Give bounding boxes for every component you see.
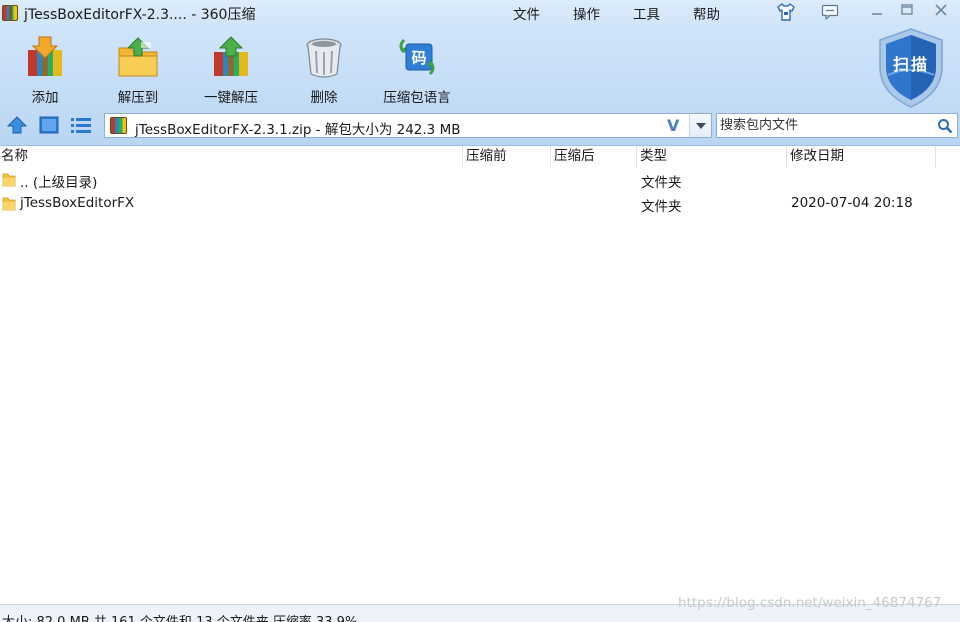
folder-icon [2,197,16,211]
folder-icon [2,173,16,187]
extract-to-label: 解压到 [117,90,159,106]
row-modified: 2020-07-04 20:18 [791,195,913,211]
message-icon[interactable] [821,4,839,20]
add-button[interactable]: 添加 [7,30,83,106]
row-type: 文件夹 [641,199,682,215]
add-label: 添加 [31,90,59,106]
column-compressed[interactable]: 压缩后 [551,146,637,168]
menu-file[interactable]: 文件 [513,3,540,23]
column-modified[interactable]: 修改日期 [787,146,936,168]
status-text: 大小: 82.0 MB 共 161 个文件和 13 个文件夹 压缩率 33.9% [2,611,357,622]
one-click-extract-icon [214,36,248,76]
archive-language-button[interactable]: 码 压缩包语言 [379,30,455,106]
app-window: jTessBoxEditorFX-2.3.... - 360压缩 文件 操作 工… [0,0,960,622]
menu-tools[interactable]: 工具 [633,3,660,23]
column-name[interactable]: 名称 [0,146,463,168]
verify-icon[interactable]: V [667,116,679,135]
minimize-button[interactable] [867,2,887,18]
title-bar: jTessBoxEditorFX-2.3.... - 360压缩 文件 操作 工… [0,0,960,26]
tshirt-icon[interactable] [776,3,796,21]
window-title: jTessBoxEditorFX-2.3.... - 360压缩 [24,7,256,23]
one-click-extract-label: 一键解压 [204,90,258,106]
scan-button[interactable]: 扫描 [876,27,946,109]
column-packed[interactable]: 压缩前 [463,146,551,168]
archive-language-label: 压缩包语言 [383,90,451,106]
extract-folder-icon [118,37,158,77]
menu-help[interactable]: 帮助 [693,3,720,23]
file-row-parent[interactable]: .. (上级目录) 文件夹 [0,168,960,192]
row-type: 文件夹 [641,175,682,191]
column-type[interactable]: 类型 [637,146,787,168]
row-name: jTessBoxEditorFX [20,195,135,211]
file-row-folder[interactable]: jTessBoxEditorFX 文件夹 2020-07-04 20:18 [0,192,960,216]
add-archive-icon [28,36,62,76]
search-icon[interactable] [937,118,953,134]
archive-path: jTessBoxEditorFX-2.3.1.zip - 解包大小为 242.3… [135,122,461,138]
search-input[interactable] [720,116,930,135]
one-click-extract-button[interactable]: 一键解压 [193,30,269,106]
trash-icon [306,38,342,78]
delete-label: 删除 [310,90,338,106]
thumbnail-view-icon[interactable] [38,116,60,134]
row-name: .. (上级目录) [20,175,98,191]
address-dropdown-button[interactable] [689,114,711,137]
menu-operate[interactable]: 操作 [573,3,600,23]
archive-app-icon [2,5,18,21]
address-bar[interactable]: jTessBoxEditorFX-2.3.1.zip - 解包大小为 242.3… [104,113,712,138]
zip-file-icon [110,117,127,134]
list-view-icon[interactable] [70,116,92,134]
top-chrome: jTessBoxEditorFX-2.3.... - 360压缩 文件 操作 工… [0,0,960,146]
close-button[interactable] [929,2,953,18]
delete-button[interactable]: 删除 [286,30,362,106]
extract-to-button[interactable]: 解压到 [100,30,176,106]
svg-text:码: 码 [411,49,426,67]
encoding-icon: 码 [399,38,435,76]
watermark-text: https://blog.csdn.net/weixin_46874767 [678,595,942,611]
search-box[interactable] [716,113,958,138]
file-list-header: 名称 压缩前 压缩后 类型 修改日期 [0,146,960,168]
maximize-button[interactable] [897,2,917,18]
up-arrow-icon[interactable] [6,115,28,135]
scan-label: 扫描 [892,55,929,74]
